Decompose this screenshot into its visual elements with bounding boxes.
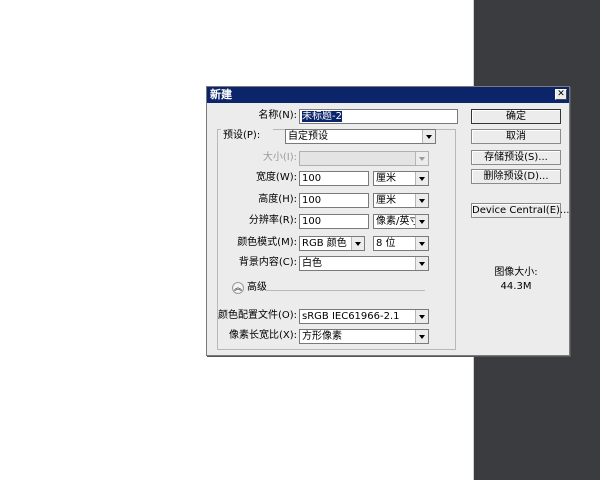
pixel-aspect-select[interactable]: 方形像素 [299, 329, 429, 344]
ok-button[interactable]: 确定 [471, 109, 561, 124]
background-label: 背景内容(C): [238, 257, 297, 268]
chevron-down-icon [415, 310, 428, 323]
preset-select[interactable]: 自定预设 [285, 129, 436, 144]
delete-preset-button[interactable]: 删除预设(D)... [471, 169, 561, 184]
height-label: 高度(H): [258, 194, 297, 205]
color-mode-label: 颜色模式(M): [237, 237, 297, 248]
profile-select[interactable]: sRGB IEC61966-2.1 [299, 309, 429, 324]
dialog-titlebar[interactable]: 新建 ✕ [207, 87, 569, 103]
resolution-unit-select[interactable]: 像素/英寸 [373, 214, 429, 229]
new-document-dialog: 新建 ✕ 名称(N): 未标题-2 预设(P): 自定预设 大小(I): 宽度(… [206, 86, 570, 356]
cancel-button[interactable]: 取消 [471, 129, 561, 144]
resolution-label: 分辨率(R): [248, 215, 297, 226]
width-input[interactable]: 100 [299, 171, 369, 186]
bit-depth-value: 8 位 [376, 238, 396, 249]
height-unit-value: 厘米 [376, 195, 396, 206]
profile-value: sRGB IEC61966-2.1 [302, 311, 400, 322]
chevron-down-icon [351, 237, 364, 250]
chevron-down-icon [415, 172, 428, 185]
collapse-advanced-icon[interactable]: ︽ [232, 282, 244, 294]
name-label: 名称(N): [258, 110, 297, 121]
chevron-down-icon [415, 215, 428, 228]
pixel-aspect-value: 方形像素 [302, 331, 342, 342]
name-input-value: 未标题-2 [302, 111, 342, 122]
chevron-down-icon [415, 152, 428, 165]
profile-label: 颜色配置文件(O): [217, 310, 297, 321]
chevron-down-icon [415, 237, 428, 250]
chevron-down-icon [415, 194, 428, 207]
chevron-down-icon [415, 330, 428, 343]
color-mode-select[interactable]: RGB 颜色 [299, 236, 365, 251]
image-size-value: 44.3M [500, 281, 532, 292]
height-input[interactable]: 100 [299, 193, 369, 208]
advanced-label: 高级 [247, 282, 267, 293]
background-select[interactable]: 白色 [299, 256, 429, 271]
color-mode-value: RGB 颜色 [302, 238, 347, 249]
close-icon[interactable]: ✕ [555, 89, 567, 100]
size-select [299, 151, 429, 166]
save-preset-button[interactable]: 存储预设(S)... [471, 150, 561, 165]
device-central-button[interactable]: Device Central(E)... [471, 203, 569, 218]
size-label: 大小(I): [262, 152, 297, 163]
width-label: 宽度(W): [255, 172, 297, 183]
height-unit-select[interactable]: 厘米 [373, 193, 429, 208]
bit-depth-select[interactable]: 8 位 [373, 236, 429, 251]
chevron-down-icon [415, 257, 428, 270]
resolution-unit-value: 像素/英寸 [376, 216, 420, 227]
width-unit-value: 厘米 [376, 173, 396, 184]
background-value: 白色 [302, 258, 322, 269]
dialog-title: 新建 [210, 88, 232, 101]
resolution-input[interactable]: 100 [299, 214, 369, 229]
pixel-aspect-label: 像素长宽比(X): [228, 330, 297, 341]
name-input[interactable]: 未标题-2 [299, 109, 458, 124]
chevron-down-icon [422, 130, 435, 143]
width-unit-select[interactable]: 厘米 [373, 171, 429, 186]
preset-value: 自定预设 [288, 131, 328, 142]
advanced-divider [265, 290, 425, 291]
preset-label: 预设(P): [221, 129, 273, 143]
image-size-label: 图像大小: [494, 267, 538, 278]
